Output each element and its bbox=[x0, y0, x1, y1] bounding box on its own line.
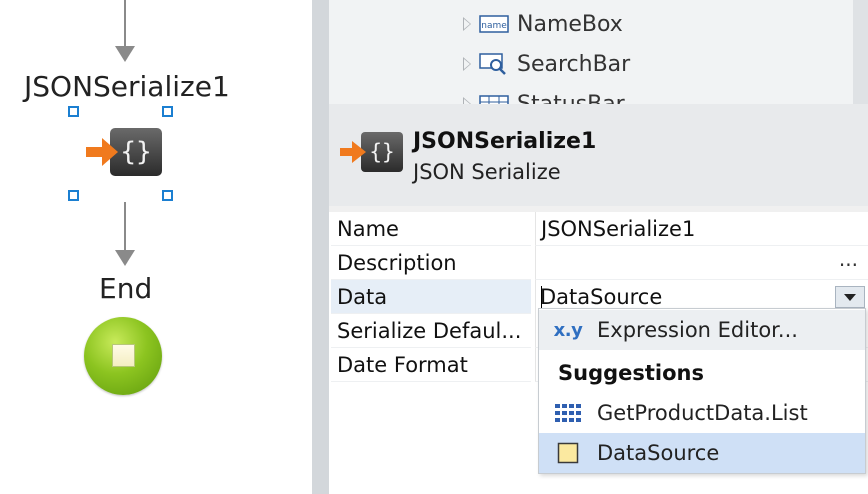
datasource-icon bbox=[539, 442, 597, 464]
property-label: Date Format bbox=[331, 348, 531, 382]
description-value-field[interactable]: ... bbox=[535, 246, 868, 280]
expand-arrow-icon[interactable] bbox=[463, 17, 471, 31]
suggestion-label: GetProductData.List bbox=[597, 401, 808, 425]
tree-item-namebox[interactable]: name NameBox bbox=[463, 9, 623, 39]
flow-connector-bottom bbox=[124, 202, 126, 252]
tree-scrollbar[interactable] bbox=[853, 0, 868, 104]
flow-canvas[interactable]: JSONSerialize1 {} End bbox=[0, 0, 312, 494]
description-ellipsis-button[interactable]: ... bbox=[839, 242, 858, 276]
pane-divider[interactable] bbox=[312, 0, 329, 494]
expression-editor-item[interactable]: x.y Expression Editor... bbox=[539, 310, 865, 350]
chevron-down-icon bbox=[844, 293, 856, 301]
flow-arrow-bottom bbox=[115, 250, 135, 266]
name-value-field[interactable]: JSONSerialize1 bbox=[535, 212, 868, 246]
json-serialize-node-label: JSONSerialize1 bbox=[24, 70, 230, 103]
suggestion-label: DataSource bbox=[597, 441, 720, 465]
expression-editor-label: Expression Editor... bbox=[597, 318, 798, 342]
element-tree[interactable]: name NameBox SearchBar StatusBar bbox=[329, 0, 853, 104]
tree-item-label: SearchBar bbox=[517, 51, 631, 77]
property-row-name[interactable]: Name JSONSerialize1 bbox=[329, 212, 868, 246]
end-node-label: End bbox=[99, 272, 153, 305]
suggestion-item-datasource[interactable]: DataSource bbox=[539, 433, 865, 473]
flow-arrow-top bbox=[115, 46, 135, 62]
suggestions-popup: x.y Expression Editor... Suggestions Get… bbox=[538, 308, 866, 474]
property-label: Serialize Defaul... bbox=[331, 314, 531, 348]
property-row-description[interactable]: Description ... bbox=[329, 246, 868, 280]
property-label: Name bbox=[331, 212, 531, 246]
end-node-icon[interactable] bbox=[84, 317, 162, 395]
svg-text:name: name bbox=[481, 21, 507, 31]
suggestion-item-getproductdata-list[interactable]: GetProductData.List bbox=[539, 393, 865, 433]
tree-item-label: NameBox bbox=[517, 11, 623, 37]
properties-subtitle: JSON Serialize bbox=[413, 160, 561, 184]
expand-arrow-icon[interactable] bbox=[463, 57, 471, 71]
selection-handle-top-left[interactable] bbox=[68, 106, 79, 117]
tree-item-statusbar[interactable]: StatusBar bbox=[463, 89, 625, 104]
properties-title: JSONSerialize1 bbox=[413, 129, 597, 154]
property-label: Description bbox=[331, 246, 531, 280]
data-dropdown-button[interactable] bbox=[835, 286, 865, 308]
expression-icon: x.y bbox=[553, 319, 583, 341]
suggestions-heading: Suggestions bbox=[558, 361, 704, 385]
expand-arrow-icon[interactable] bbox=[463, 97, 471, 104]
properties-header: {} JSONSerialize1 JSON Serialize bbox=[329, 104, 868, 206]
property-label: Data bbox=[331, 280, 531, 314]
searchbar-icon bbox=[479, 52, 509, 76]
namebox-icon: name bbox=[479, 12, 509, 36]
tree-item-searchbar[interactable]: SearchBar bbox=[463, 49, 630, 79]
tree-item-label: StatusBar bbox=[517, 91, 625, 105]
selection-handle-top-right[interactable] bbox=[162, 106, 173, 117]
flow-connector-top bbox=[124, 0, 126, 48]
svg-text:{}: {} bbox=[120, 137, 151, 167]
selection-handle-bottom-left[interactable] bbox=[68, 190, 79, 201]
selection-handle-bottom-right[interactable] bbox=[162, 190, 173, 201]
json-serialize-icon: {} bbox=[340, 132, 403, 172]
list-icon bbox=[539, 403, 597, 423]
statusbar-icon bbox=[479, 92, 509, 104]
svg-text:{}: {} bbox=[369, 140, 394, 164]
json-serialize-node-icon[interactable]: {} bbox=[84, 124, 166, 180]
end-node-square bbox=[112, 344, 135, 367]
